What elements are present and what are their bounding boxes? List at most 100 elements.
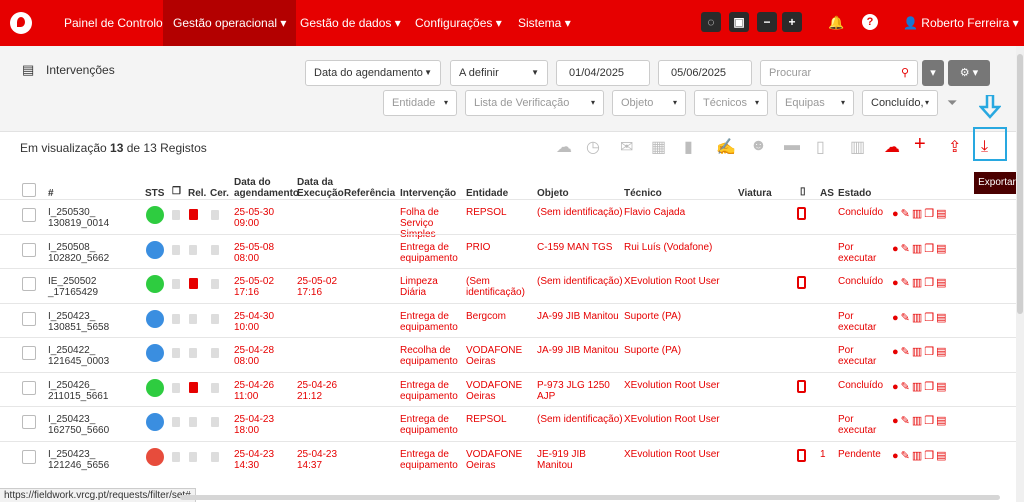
row-checkbox[interactable] — [22, 208, 36, 222]
edit-icon[interactable]: ✎ — [901, 312, 912, 324]
row-intervencao[interactable]: Entrega de equipamento — [400, 242, 462, 264]
user-icon[interactable]: ● — [892, 415, 901, 427]
filter-entidade[interactable]: Entidade ▾ — [383, 90, 457, 116]
row-entidade[interactable]: VODAFONE Oeiras — [466, 345, 532, 367]
nav-configuracoes[interactable]: Configurações ▾ — [415, 0, 502, 46]
delete-icon[interactable]: ▥ — [912, 381, 924, 393]
duplicate-icon[interactable]: ❐ — [924, 346, 936, 358]
col-tecnico[interactable]: Técnico — [624, 188, 662, 199]
row-tecnico[interactable]: Suporte (PA) — [624, 311, 734, 322]
edit-icon[interactable]: ✎ — [901, 346, 912, 358]
id-card-icon[interactable]: ▣ — [729, 12, 749, 32]
row-entidade[interactable]: REPSOL — [466, 207, 532, 218]
user-icon[interactable]: ● — [892, 208, 901, 220]
filter-tecnicos[interactable]: Técnicos ▾ — [694, 90, 768, 116]
row-entidade[interactable]: REPSOL — [466, 414, 532, 425]
user-icon[interactable]: ● — [892, 450, 901, 462]
vodafone-logo-icon[interactable] — [10, 12, 32, 34]
nav-gestao-dados[interactable]: Gestão de dados ▾ — [300, 0, 401, 46]
row-objeto[interactable]: (Sem identificação) — [537, 414, 623, 425]
col-viatura[interactable]: Viatura — [738, 188, 772, 199]
row-intervencao[interactable]: Entrega de equipamento — [400, 449, 462, 471]
row-tecnico[interactable]: Rui Luís (Vodafone) — [624, 242, 734, 253]
delete-icon[interactable]: ▥ — [912, 450, 924, 462]
search-input[interactable]: Procurar ⚲ — [760, 60, 918, 86]
row-objeto[interactable]: (Sem identificação) — [537, 207, 623, 218]
bell-icon[interactable]: 🔔 — [828, 0, 844, 46]
excel-icon[interactable]: ▯ — [816, 137, 825, 157]
report-pdf-icon[interactable] — [189, 209, 198, 220]
chat-icon[interactable]: ◌ — [701, 12, 721, 32]
date-from-input[interactable]: 01/04/2025 — [556, 60, 650, 86]
filter-objeto[interactable]: Objeto ▾ — [612, 90, 686, 116]
nav-gestao-operacional[interactable]: Gestão operacional ▾ — [163, 0, 297, 46]
duplicate-icon[interactable]: ❐ — [924, 208, 936, 220]
print-icon[interactable]: ▤ — [936, 381, 948, 393]
row-tecnico[interactable]: Flavio Cajada — [624, 207, 734, 218]
search-icon[interactable]: ⚲ — [901, 61, 909, 85]
signature-icon[interactable]: ✍ — [716, 137, 736, 157]
row-checkbox[interactable] — [22, 311, 36, 326]
delete-icon[interactable]: ▥ — [912, 243, 924, 255]
print-icon[interactable]: ▤ — [936, 277, 948, 289]
duplicate-icon[interactable]: ❐ — [924, 450, 936, 462]
row-checkbox[interactable] — [22, 277, 36, 291]
table-row[interactable]: I_250423_ 121246_5656 25-04-23 14:30 25-04-2… — [0, 440, 1016, 474]
report-pdf-icon[interactable] — [189, 278, 198, 289]
delete-icon[interactable]: ▥ — [912, 208, 924, 220]
cloud-upload-icon[interactable]: ☁ — [556, 137, 572, 157]
car-icon[interactable]: ▬ — [784, 137, 800, 155]
col-objeto[interactable]: Objeto — [537, 188, 569, 199]
user-icon[interactable]: ● — [892, 312, 901, 324]
date-to-input[interactable]: 05/06/2025 — [658, 60, 752, 86]
zoom-out-button[interactable]: − — [757, 12, 777, 32]
row-objeto[interactable]: P-973 JLG 1250 AJP — [537, 380, 623, 402]
filter-estado[interactable]: Concluído, ▾ — [862, 90, 938, 116]
date-type-select[interactable]: Data do agendamento ▼ — [305, 60, 441, 86]
edit-icon[interactable]: ✎ — [901, 381, 912, 393]
edit-icon[interactable]: ✎ — [901, 415, 912, 427]
export-download-icon[interactable]: ⤓ — [981, 138, 988, 156]
table-row[interactable]: I_250508_ 102820_5662 25-05-08 08:00 Entrega… — [0, 233, 1016, 267]
report-pdf-icon[interactable] — [189, 381, 198, 393]
row-intervencao[interactable]: Limpeza Diária — [400, 276, 462, 298]
row-entidade[interactable]: (Sem identificação) — [466, 276, 532, 298]
user-menu[interactable]: 👤 Roberto Ferreira ▾ — [903, 0, 1019, 46]
table-row[interactable]: I_250530_ 130819_0014 25-05-30 09:00 Folha d… — [0, 199, 1016, 240]
row-checkbox[interactable] — [22, 242, 36, 257]
edit-icon[interactable]: ✎ — [901, 450, 912, 462]
row-objeto[interactable]: (Sem identificação) — [537, 276, 623, 287]
delete-icon[interactable]: ▥ — [912, 312, 924, 324]
nav-sistema[interactable]: Sistema ▾ — [518, 0, 571, 46]
row-checkbox[interactable] — [22, 346, 36, 360]
col-estado[interactable]: Estado — [838, 188, 871, 199]
horizontal-scrollbar[interactable] — [180, 495, 1000, 500]
cloud-add-icon[interactable]: ☁ — [884, 137, 900, 157]
row-tecnico[interactable]: XEvolution Root User — [624, 449, 734, 460]
row-checkbox[interactable] — [22, 449, 36, 464]
print-icon[interactable]: ▤ — [936, 243, 948, 255]
table-row[interactable]: IE_250502 _17165429 25-05-02 17:16 25-05-02 1… — [0, 268, 1016, 301]
filter-equipas[interactable]: Equipas ▾ — [776, 90, 854, 116]
print-icon[interactable]: ▤ — [936, 415, 948, 427]
book-icon[interactable]: ▮ — [684, 137, 693, 157]
col-agendamento[interactable]: Data do agendamento — [234, 177, 299, 199]
col-intervencao[interactable]: Intervenção — [400, 188, 456, 199]
row-objeto[interactable]: C-159 MAN TGS — [537, 242, 623, 253]
map-icon[interactable]: ▦ — [651, 137, 666, 157]
vertical-scrollbar[interactable] — [1016, 46, 1024, 502]
user-icon[interactable]: ● — [892, 346, 901, 358]
edit-icon[interactable]: ✎ — [901, 208, 912, 220]
table-row[interactable]: I_250426_ 211015_5661 25-04-26 11:00 25-04-2… — [0, 371, 1016, 405]
col-referencia[interactable]: Referência — [344, 188, 395, 199]
row-tecnico[interactable]: Suporte (PA) — [624, 345, 734, 356]
row-entidade[interactable]: VODAFONE Oeiras — [466, 380, 532, 402]
row-checkbox[interactable] — [22, 380, 36, 395]
print-icon[interactable]: ▤ — [936, 208, 948, 220]
row-objeto[interactable]: JA-99 JIB Manitou — [537, 345, 623, 356]
delete-icon[interactable]: ▥ — [912, 277, 924, 289]
user-icon[interactable]: ● — [892, 277, 901, 289]
col-execucao[interactable]: Data da Execução — [297, 177, 344, 199]
user-icon[interactable]: ● — [892, 381, 901, 393]
team-icon[interactable]: ☻ — [750, 137, 767, 155]
